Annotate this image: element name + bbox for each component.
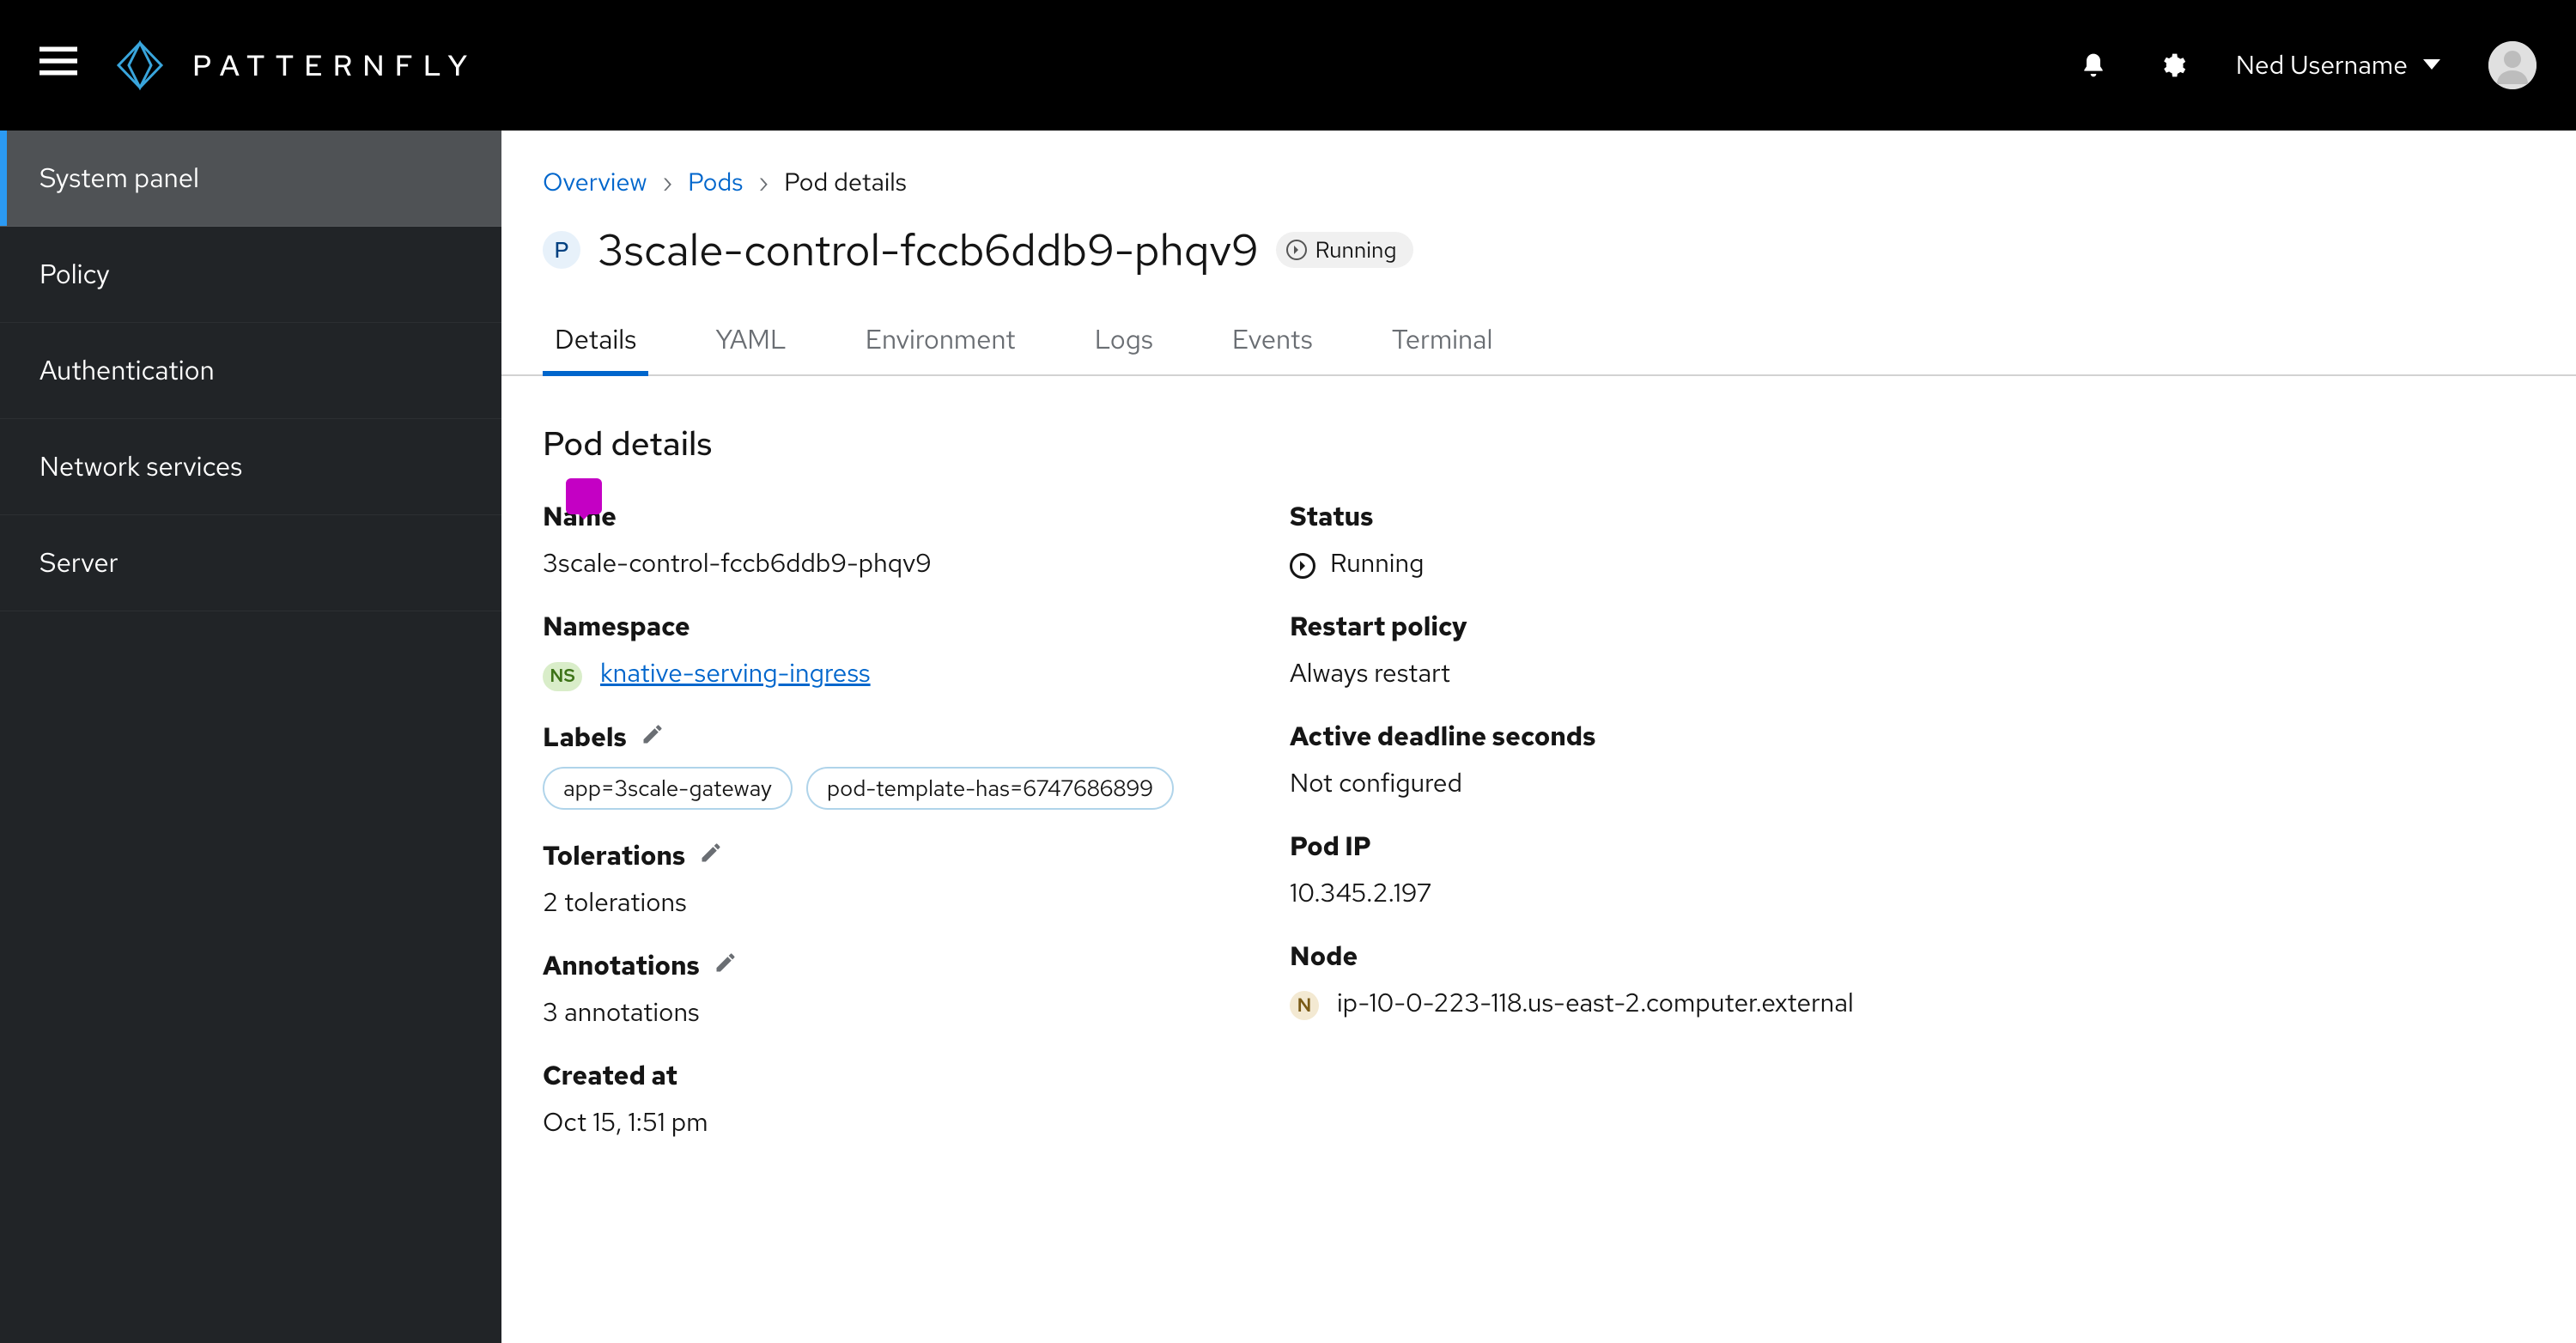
pencil-icon (714, 951, 738, 975)
pencil-icon (699, 841, 723, 865)
edit-tolerations-button[interactable] (699, 839, 723, 873)
field-value-restart-policy: Always restart (1290, 656, 2037, 690)
hamburger-icon (39, 46, 77, 76)
field-value-deadline: Not configured (1290, 766, 2037, 800)
tabs: Details YAML Environment Logs Events Ter… (501, 322, 2576, 376)
tab-label: Terminal (1392, 322, 1493, 357)
status-badge-text: Running (1315, 235, 1397, 264)
avatar-icon (2488, 41, 2537, 89)
sidebar-item-authentication[interactable]: Authentication (0, 323, 501, 419)
page-header: P 3scale-control-fccb6ddb9-phqv9 Running (501, 207, 2576, 279)
field-label-status: Status (1290, 500, 2037, 534)
status-badge: Running (1276, 232, 1414, 268)
annotation-marker (566, 478, 602, 514)
caret-down-icon (2423, 59, 2440, 71)
sidebar-item-network-services[interactable]: Network services (0, 419, 501, 515)
field-label-created: Created at (543, 1059, 1290, 1093)
field-value-namespace: NS knative-serving-ingress (543, 656, 1290, 691)
field-label-deadline: Active deadline seconds (1290, 720, 2037, 754)
namespace-badge: NS (543, 662, 582, 691)
namespace-link[interactable]: knative-serving-ingress (600, 656, 871, 690)
field-value-annotations: 3 annotations (543, 995, 1290, 1030)
field-label-name: Name (543, 500, 1290, 534)
field-value-tolerations: 2 tolerations (543, 885, 1290, 920)
field-label-tolerations: Tolerations (543, 839, 1290, 873)
node-name: ip-10-0-223-118.us-east-2.computer.exter… (1337, 986, 1854, 1020)
tab-events[interactable]: Events (1220, 322, 1325, 374)
field-label-podip: Pod IP (1290, 830, 2037, 864)
tab-details[interactable]: Details (543, 322, 648, 374)
field-label-restart-policy: Restart policy (1290, 610, 2037, 644)
page-title: 3scale-control-fccb6ddb9-phqv9 (598, 221, 1259, 279)
tab-yaml[interactable]: YAML (703, 322, 799, 374)
node-badge: N (1290, 991, 1319, 1020)
tab-label: YAML (715, 322, 787, 357)
sidebar: System panel Policy Authentication Netwo… (0, 131, 501, 1343)
edit-labels-button[interactable] (641, 720, 665, 755)
running-icon (1286, 240, 1307, 260)
sidebar-item-label: Server (39, 545, 118, 580)
tab-logs[interactable]: Logs (1083, 322, 1165, 374)
labels-list: app=3scale-gateway pod-template-has=6747… (543, 767, 1290, 810)
tab-label: Environment (866, 322, 1016, 357)
tab-label: Events (1232, 322, 1313, 357)
field-label-annotations: Annotations (543, 949, 1290, 983)
username: Ned Username (2236, 48, 2408, 82)
field-label-text: Annotations (543, 949, 700, 983)
resource-type-badge: P (543, 231, 580, 269)
field-label-labels: Labels (543, 720, 1290, 755)
details-col-left: Name 3scale-control-fccb6ddb9-phqv9 Name… (543, 500, 1290, 1139)
sidebar-item-system-panel[interactable]: System panel (0, 131, 501, 227)
sidebar-item-label: Policy (39, 257, 110, 292)
patternfly-logo-icon (110, 40, 170, 91)
breadcrumb: Overview › Pods › Pod details (501, 131, 2576, 207)
breadcrumb-current: Pod details (784, 165, 907, 198)
user-menu[interactable]: Ned Username (2236, 48, 2440, 82)
section-title: Pod details (501, 376, 2576, 479)
label-chip[interactable]: app=3scale-gateway (543, 767, 793, 810)
status-text: Running (1330, 546, 1424, 580)
breadcrumb-separator: › (662, 165, 672, 198)
sidebar-item-policy[interactable]: Policy (0, 227, 501, 323)
details-col-right: Status Running Restart policy Always res… (1290, 500, 2037, 1139)
hamburger-button[interactable] (39, 46, 77, 85)
breadcrumb-overview[interactable]: Overview (543, 165, 647, 198)
sidebar-item-server[interactable]: Server (0, 515, 501, 611)
sidebar-item-label: Authentication (39, 353, 215, 388)
breadcrumb-separator: › (758, 165, 769, 198)
field-label-namespace: Namespace (543, 610, 1290, 644)
label-chip[interactable]: pod-template-has=6747686899 (806, 767, 1174, 810)
field-label-text: Tolerations (543, 839, 685, 873)
tab-terminal[interactable]: Terminal (1380, 322, 1505, 374)
avatar[interactable] (2488, 41, 2537, 89)
tab-label: Details (555, 322, 636, 357)
tab-environment[interactable]: Environment (854, 322, 1028, 374)
field-value-podip: 10.345.2.197 (1290, 876, 2037, 910)
masthead-tools: Ned Username (2078, 41, 2537, 89)
notifications-button[interactable] (2078, 50, 2109, 81)
field-label-node: Node (1290, 939, 2037, 974)
sidebar-item-label: System panel (39, 161, 199, 196)
bell-icon (2080, 52, 2107, 79)
sidebar-item-label: Network services (39, 449, 242, 484)
main-content: Overview › Pods › Pod details P 3scale-c… (501, 131, 2576, 1343)
field-value-name: 3scale-control-fccb6ddb9-phqv9 (543, 546, 1290, 580)
running-icon (1290, 553, 1315, 579)
field-value-node: N ip-10-0-223-118.us-east-2.computer.ext… (1290, 986, 2037, 1020)
brand-name: PATTERNFLY (192, 46, 477, 85)
brand: PATTERNFLY (110, 40, 477, 91)
details-grid: Name 3scale-control-fccb6ddb9-phqv9 Name… (501, 479, 2576, 1191)
field-label-text: Labels (543, 720, 627, 755)
breadcrumb-pods[interactable]: Pods (688, 165, 743, 198)
edit-annotations-button[interactable] (714, 949, 738, 983)
tab-label: Logs (1095, 322, 1153, 357)
field-value-status: Running (1290, 546, 2037, 580)
gear-icon (2159, 52, 2186, 79)
settings-button[interactable] (2157, 50, 2188, 81)
field-value-created: Oct 15, 1:51 pm (543, 1105, 1290, 1139)
pencil-icon (641, 722, 665, 746)
masthead: PATTERNFLY Ned Username (0, 0, 2576, 131)
